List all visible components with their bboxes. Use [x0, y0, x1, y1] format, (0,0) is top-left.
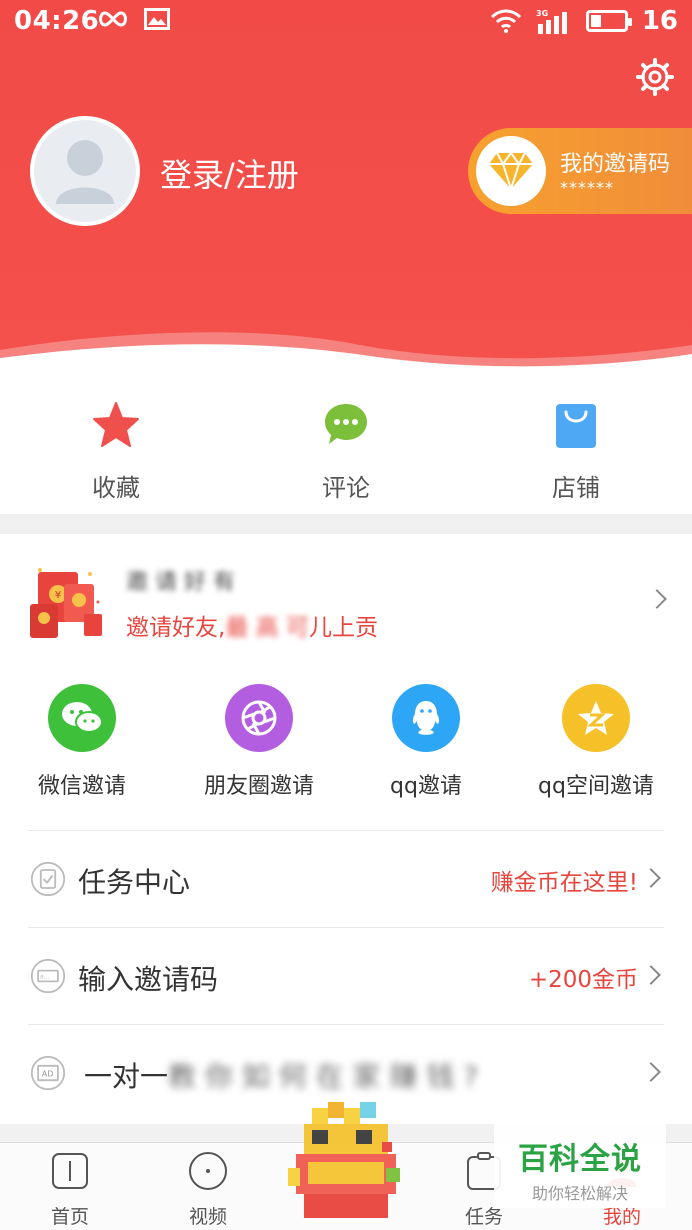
avatar[interactable] [30, 116, 140, 226]
svg-text:a...: a... [40, 974, 50, 981]
gear-icon[interactable] [636, 58, 674, 96]
star-icon [93, 402, 139, 447]
status-time: 04:26 [14, 6, 100, 36]
ad-row-label: 一对一教 你 如 何 在 家 赚 钱 ? [84, 1055, 478, 1095]
invite-code-icon: a... [30, 958, 66, 994]
invite-code-masked: ****** [560, 178, 614, 197]
share-wechat-button[interactable]: 微信邀请 [24, 684, 140, 800]
user-placeholder-icon [56, 140, 114, 204]
svg-text:¥: ¥ [55, 590, 61, 601]
status-bar: 04:26 3G 16 [0, 0, 692, 44]
share-moments-button[interactable]: 朋友圈邀请 [196, 684, 322, 800]
chevron-right-icon [641, 965, 661, 985]
favorites-button[interactable]: 收藏 [56, 400, 176, 503]
ad-row-label-blurred: 教 你 如 何 在 家 赚 钱 ? [168, 1060, 479, 1093]
quick-actions: 收藏 评论 店铺 [0, 372, 692, 514]
nav-home-label: 首页 [50, 1206, 89, 1228]
mascot-floating-icon[interactable] [282, 1098, 412, 1230]
task-center-label: 任务中心 [78, 866, 191, 899]
watermark-subtitle: 助你轻松解决 [531, 1184, 628, 1203]
shop-label: 店铺 [552, 474, 600, 502]
shopping-bag-icon [556, 404, 596, 448]
promo-subtitle-text: 邀请好友, [126, 615, 226, 641]
image-icon [144, 8, 170, 30]
nav-video-label: 视频 [188, 1206, 227, 1228]
favorites-label: 收藏 [92, 474, 140, 502]
task-center-row[interactable]: 任务中心 赚金币在这里! [28, 830, 664, 926]
section-divider [0, 514, 692, 534]
comments-button[interactable]: 评论 [286, 400, 406, 503]
share-qq-label: qq邀请 [390, 774, 462, 799]
ad-row-label-text: 一对一 [84, 1060, 169, 1093]
watermark-logo: 百科全说 助你轻松解决 [494, 1122, 666, 1208]
my-invite-code-button[interactable]: 我的邀请码 ****** [468, 128, 692, 214]
share-qq-button[interactable]: qq邀请 [376, 684, 476, 800]
task-icon [30, 861, 66, 897]
battery-icon [585, 10, 632, 32]
promo-title: 邀 请 好 有 [126, 570, 235, 595]
red-envelope-icon: ¥ [30, 568, 102, 638]
video-icon [189, 1152, 227, 1190]
enter-invite-code-row[interactable]: a... 输入邀请码 +200金币 [28, 927, 664, 1023]
promo-subtitle: 邀请好友,最 高 可儿上贡 [126, 608, 378, 642]
login-register-link[interactable]: 登录/注册 [160, 150, 299, 196]
promo-subtitle-end: 儿上贡 [308, 615, 378, 641]
share-moments-label: 朋友圈邀请 [203, 774, 314, 799]
enter-invite-code-label: 输入邀请码 [78, 963, 219, 996]
ad-icon: AD [30, 1055, 66, 1091]
status-left-icons [96, 8, 170, 30]
chevron-right-icon [641, 1062, 661, 1082]
invite-card: ¥ 邀 请 好 有 邀请好友,最 高 可儿上贡 微信邀请 朋友圈邀请 qq邀请 … [0, 534, 692, 1124]
profile-header: 04:26 3G 16 登录/注册 我的邀请码 ****** [0, 0, 692, 372]
battery-level: 16 [641, 6, 678, 36]
header-wave [0, 332, 692, 372]
diamond-icon-wrap [476, 136, 546, 206]
svg-text:3G: 3G [536, 9, 548, 18]
comment-icon [325, 404, 367, 444]
share-wechat-label: 微信邀请 [37, 774, 126, 799]
nav-home[interactable]: 首页 [30, 1151, 110, 1229]
invite-promo-banner[interactable]: ¥ 邀 请 好 有 邀请好友,最 高 可儿上贡 [0, 534, 692, 660]
signal-icon: 3G [536, 9, 567, 34]
infinity-icon [99, 11, 127, 27]
svg-text:AD: AD [42, 1069, 54, 1079]
diamond-icon [489, 151, 533, 191]
qq-icon [392, 684, 460, 752]
share-qzone-label: qq空间邀请 [538, 774, 654, 799]
promo-subtitle-blurred: 最 高 可 [225, 615, 309, 641]
shop-button[interactable]: 店铺 [516, 400, 636, 503]
comments-label: 评论 [322, 474, 370, 502]
nav-video[interactable]: 视频 [168, 1151, 248, 1229]
chevron-right-icon [647, 589, 667, 609]
watermark-title: 百科全说 [518, 1142, 642, 1177]
share-options: 微信邀请 朋友圈邀请 qq邀请 qq空间邀请 [0, 684, 692, 814]
invite-title: 我的邀请码 [560, 152, 671, 177]
qzone-icon [562, 684, 630, 752]
status-right: 3G 16 [490, 6, 678, 36]
task-center-value: 赚金币在这里! [490, 870, 638, 896]
enter-invite-code-reward: +200金币 [528, 967, 638, 993]
wifi-icon [490, 9, 521, 33]
chevron-right-icon [641, 868, 661, 888]
moments-icon [225, 684, 293, 752]
share-qzone-button[interactable]: qq空间邀请 [532, 684, 660, 800]
wechat-icon [48, 684, 116, 752]
home-icon [52, 1153, 88, 1189]
